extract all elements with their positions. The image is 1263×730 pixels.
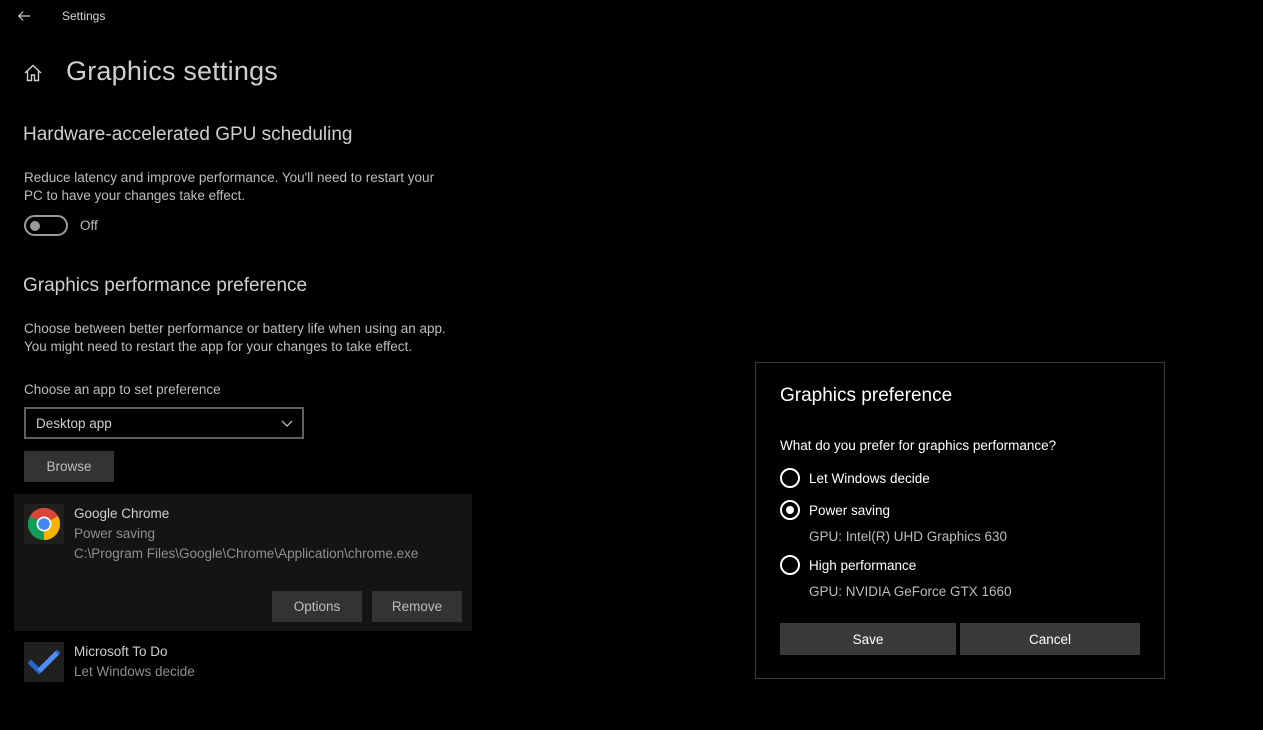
app-path-chrome: C:\Program Files\Google\Chrome\Applicati… xyxy=(74,546,419,561)
app-type-value: Desktop app xyxy=(36,415,112,431)
radio-high-performance[interactable]: High performance xyxy=(780,555,916,575)
performance-pref-heading: Graphics performance preference xyxy=(23,275,308,296)
app-preference-todo: Let Windows decide xyxy=(74,664,195,679)
browse-button[interactable]: Browse xyxy=(24,451,114,482)
app-preference-chrome: Power saving xyxy=(74,526,156,541)
gpu-scheduling-toggle-state: Off xyxy=(80,218,98,233)
remove-button[interactable]: Remove xyxy=(372,591,462,622)
back-arrow-icon xyxy=(17,11,31,21)
dialog-title: Graphics preference xyxy=(780,385,953,406)
save-button[interactable]: Save xyxy=(780,623,956,655)
choose-app-label: Choose an app to set preference xyxy=(24,382,221,397)
home-icon[interactable] xyxy=(22,62,44,84)
app-list-item-todo[interactable] xyxy=(14,634,472,688)
performance-pref-description-line1: Choose between better performance or bat… xyxy=(24,321,446,336)
gpu-scheduling-description-line2: PC to have your changes take effect. xyxy=(24,188,246,203)
page-title: Graphics settings xyxy=(66,56,278,86)
cancel-button[interactable]: Cancel xyxy=(960,623,1140,655)
radio-button-checked[interactable] xyxy=(780,500,800,520)
radio-power-saving[interactable]: Power saving xyxy=(780,500,890,520)
gpu-nvidia-label: GPU: NVIDIA GeForce GTX 1660 xyxy=(809,584,1012,599)
gpu-scheduling-heading: Hardware-accelerated GPU scheduling xyxy=(23,124,353,145)
back-button[interactable] xyxy=(12,4,36,28)
radio-let-windows-decide[interactable]: Let Windows decide xyxy=(780,468,930,488)
app-type-dropdown[interactable]: Desktop app xyxy=(24,407,304,439)
dialog-question: What do you prefer for graphics performa… xyxy=(780,438,1057,453)
app-name-todo: Microsoft To Do xyxy=(74,644,168,659)
app-name-chrome: Google Chrome xyxy=(74,506,170,521)
radio-label: Let Windows decide xyxy=(809,470,930,486)
radio-button[interactable] xyxy=(780,555,800,575)
gpu-scheduling-description-line1: Reduce latency and improve performance. … xyxy=(24,170,435,185)
todo-icon xyxy=(24,642,64,682)
window-title: Settings xyxy=(62,9,106,23)
options-button[interactable]: Options xyxy=(272,591,362,622)
radio-label: Power saving xyxy=(809,502,891,518)
toggle-knob xyxy=(30,220,40,231)
performance-pref-description: Choose between better performance or bat… xyxy=(24,320,446,356)
gpu-scheduling-description: Reduce latency and improve performance. … xyxy=(24,169,434,205)
gpu-scheduling-toggle[interactable] xyxy=(24,215,68,236)
performance-pref-description-line2: You might need to restart the app for yo… xyxy=(24,339,412,354)
radio-button[interactable] xyxy=(780,468,800,488)
radio-label: High performance xyxy=(809,557,917,573)
chevron-down-icon xyxy=(281,420,293,427)
chrome-icon xyxy=(24,504,64,544)
graphics-preference-dialog: Graphics preference What do you prefer f… xyxy=(755,362,1165,679)
gpu-intel-label: GPU: Intel(R) UHD Graphics 630 xyxy=(809,529,1008,544)
